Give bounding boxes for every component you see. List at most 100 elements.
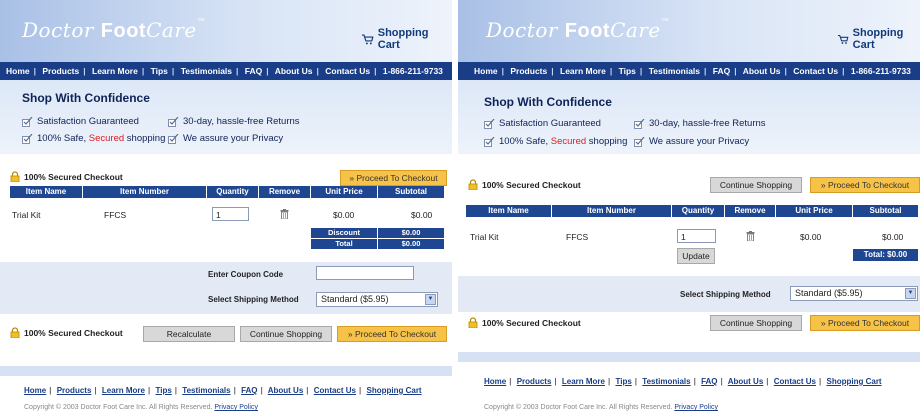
- nav-testimonials[interactable]: Testimonials: [649, 66, 700, 76]
- quantity-input[interactable]: 1: [677, 229, 716, 243]
- feature-secure: 100% Safe, Secured shopping: [484, 136, 627, 147]
- footer-faq[interactable]: FAQ: [701, 377, 717, 386]
- update-button[interactable]: Update: [677, 248, 715, 264]
- trash-icon[interactable]: [280, 209, 289, 219]
- feature-secure: 100% Safe, Secured shopping: [22, 133, 165, 144]
- nav-tips[interactable]: Tips: [151, 66, 168, 76]
- col-subtotal: Subtotal: [378, 186, 444, 198]
- coupon-input[interactable]: [316, 266, 414, 280]
- trash-icon[interactable]: [746, 231, 755, 241]
- recalculate-button[interactable]: Recalculate: [143, 326, 235, 342]
- checkbox-check-icon: [484, 118, 495, 129]
- total-value: $0.00: [378, 239, 444, 249]
- col-remove: Remove: [259, 186, 310, 198]
- footer-shopping-cart[interactable]: Shopping Cart: [366, 386, 421, 395]
- site-header: Doctor FootCare™ Shopping Cart: [0, 0, 452, 62]
- nav-faq[interactable]: FAQ: [713, 66, 730, 76]
- shipping-method-select[interactable]: Standard ($5.95) ▼: [790, 286, 918, 301]
- shipping-method-select[interactable]: Standard ($5.95) ▼: [316, 292, 438, 307]
- nav-learn-more[interactable]: Learn More: [92, 66, 138, 76]
- cart-icon: [838, 34, 849, 44]
- footer-shopping-cart[interactable]: Shopping Cart: [826, 377, 881, 386]
- site-logo[interactable]: Doctor FootCare™: [486, 18, 670, 43]
- shopping-cart-link[interactable]: Shopping Cart: [838, 27, 920, 51]
- unit-price-cell: $0.00: [333, 210, 355, 220]
- footer-faq[interactable]: FAQ: [241, 386, 257, 395]
- footer-products[interactable]: Products: [517, 377, 552, 386]
- feature-satisfaction: Satisfaction Guaranteed: [22, 116, 139, 127]
- footer-about-us[interactable]: About Us: [268, 386, 304, 395]
- footer-home[interactable]: Home: [484, 377, 506, 386]
- feature-returns: 30-day, hassle-free Returns: [634, 118, 766, 129]
- nav-home[interactable]: Home: [6, 66, 30, 76]
- secured-checkout-label-bottom: 100% Secured Checkout: [468, 317, 581, 328]
- footer-testimonials[interactable]: Testimonials: [642, 377, 690, 386]
- privacy-policy-link[interactable]: Privacy Policy: [214, 404, 258, 411]
- col-unit-price: Unit Price: [776, 205, 852, 217]
- feature-satisfaction: Satisfaction Guaranteed: [484, 118, 601, 129]
- nav-home[interactable]: Home: [474, 66, 498, 76]
- confidence-title: Shop With Confidence: [484, 95, 612, 109]
- footer-products[interactable]: Products: [57, 386, 92, 395]
- footer-about-us[interactable]: About Us: [728, 377, 764, 386]
- footer-links: Home | Products | Learn More | Tips | Testim…: [24, 386, 422, 395]
- footer-contact-us[interactable]: Contact Us: [774, 377, 816, 386]
- nav-products[interactable]: Products: [42, 66, 79, 76]
- feature-returns: 30-day, hassle-free Returns: [168, 116, 300, 127]
- item-name-cell: Trial Kit: [470, 232, 499, 242]
- col-item-number: Item Number: [83, 186, 206, 198]
- nav-products[interactable]: Products: [510, 66, 547, 76]
- nav-tips[interactable]: Tips: [619, 66, 636, 76]
- footer-tips[interactable]: Tips: [155, 386, 171, 395]
- footer-links: Home | Products | Learn More | Tips | Testim…: [484, 377, 882, 386]
- privacy-policy-link[interactable]: Privacy Policy: [674, 404, 718, 411]
- footer-learn-more[interactable]: Learn More: [562, 377, 605, 386]
- col-quantity: Quantity: [672, 205, 724, 217]
- shipping-label: Select Shipping Method: [680, 290, 771, 299]
- nav-learn-more[interactable]: Learn More: [560, 66, 606, 76]
- item-number-cell: FFCS: [566, 232, 589, 242]
- proceed-to-checkout-button-bottom[interactable]: » Proceed To Checkout: [337, 326, 447, 342]
- footer-home[interactable]: Home: [24, 386, 46, 395]
- proceed-to-checkout-button-bottom[interactable]: » Proceed To Checkout: [810, 315, 920, 331]
- copyright: Copyright © 2003 Doctor Foot Care Inc. A…: [484, 404, 718, 411]
- unit-price-cell: $0.00: [800, 232, 822, 242]
- shopping-cart-link[interactable]: Shopping Cart: [362, 27, 452, 51]
- lock-icon: [10, 327, 20, 338]
- checkbox-check-icon: [634, 118, 645, 129]
- footer-contact-us[interactable]: Contact Us: [314, 386, 356, 395]
- proceed-to-checkout-button-top[interactable]: » Proceed To Checkout: [810, 177, 920, 193]
- discount-label: Discount: [311, 228, 377, 238]
- footer-tips[interactable]: Tips: [615, 377, 631, 386]
- total-label: Total: [311, 239, 377, 249]
- nav-phone: 1-866-211-9733: [382, 66, 443, 76]
- proceed-to-checkout-button-top[interactable]: » Proceed To Checkout: [340, 170, 447, 186]
- nav-contact-us[interactable]: Contact Us: [325, 66, 370, 76]
- site-logo[interactable]: Doctor FootCare™: [22, 18, 206, 43]
- coupon-label: Enter Coupon Code: [208, 270, 284, 279]
- secured-checkout-label: 100% Secured Checkout: [10, 171, 123, 182]
- discount-value: $0.00: [378, 228, 444, 238]
- footer-learn-more[interactable]: Learn More: [102, 386, 145, 395]
- nav-about-us[interactable]: About Us: [275, 66, 313, 76]
- cart-page-redesign: Doctor FootCare™ Shopping Cart Home | Pro…: [458, 0, 920, 415]
- checkbox-check-icon: [634, 136, 645, 147]
- continue-shopping-button-bottom[interactable]: Continue Shopping: [710, 315, 802, 331]
- col-unit-price: Unit Price: [311, 186, 377, 198]
- col-item-number: Item Number: [552, 205, 671, 217]
- footer-testimonials[interactable]: Testimonials: [182, 386, 230, 395]
- nav-testimonials[interactable]: Testimonials: [181, 66, 232, 76]
- subtotal-cell: $0.00: [411, 210, 433, 220]
- nav-faq[interactable]: FAQ: [245, 66, 262, 76]
- nav-contact-us[interactable]: Contact Us: [793, 66, 838, 76]
- nav-about-us[interactable]: About Us: [743, 66, 781, 76]
- quantity-input[interactable]: 1: [212, 207, 249, 221]
- continue-shopping-button[interactable]: Continue Shopping: [240, 326, 332, 342]
- shopping-cart-label: Shopping Cart: [852, 27, 904, 51]
- main-nav: Home | Products | Learn More | Tips | Testim…: [458, 62, 920, 80]
- continue-shopping-button-top[interactable]: Continue Shopping: [710, 177, 802, 193]
- lock-icon: [10, 171, 20, 182]
- cart-icon: [362, 34, 374, 44]
- item-number-cell: FFCS: [104, 210, 127, 220]
- chevron-down-icon: ▼: [905, 288, 916, 299]
